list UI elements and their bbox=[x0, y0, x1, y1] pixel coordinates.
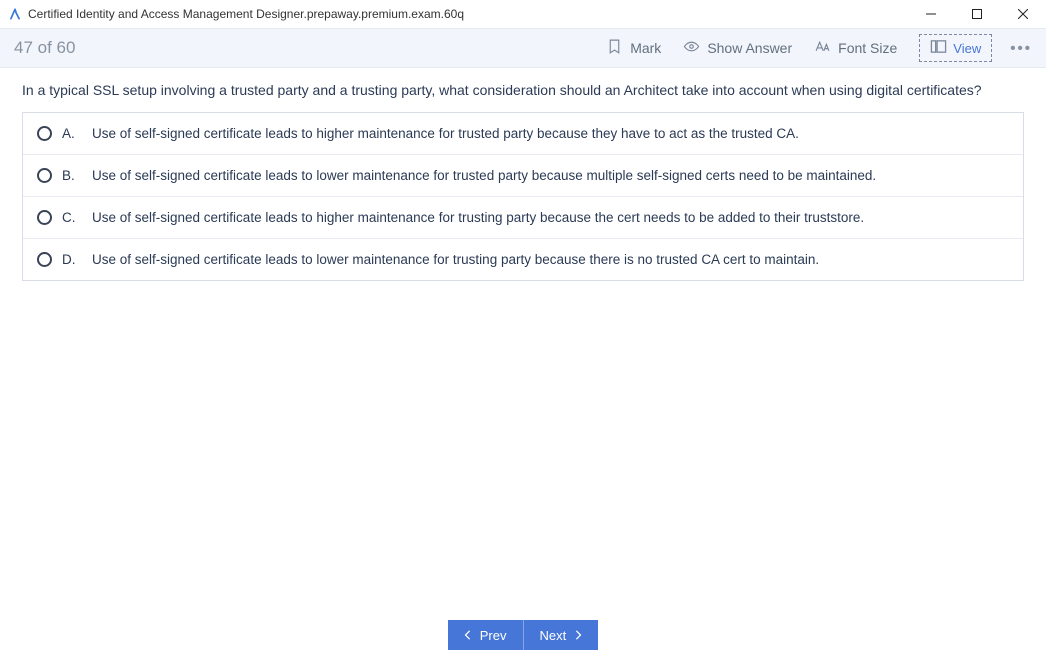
font-size-label: Font Size bbox=[838, 40, 897, 56]
eye-icon bbox=[683, 38, 700, 58]
option-b[interactable]: B. Use of self-signed certificate leads … bbox=[23, 155, 1023, 197]
progress-indicator: 47 of 60 bbox=[14, 38, 75, 58]
chevron-left-icon bbox=[464, 628, 472, 643]
maximize-button[interactable] bbox=[954, 0, 1000, 28]
view-label: View bbox=[953, 41, 981, 56]
dots-icon: ••• bbox=[1010, 40, 1032, 57]
option-text: Use of self-signed certificate leads to … bbox=[92, 210, 864, 225]
window-title: Certified Identity and Access Management… bbox=[28, 7, 464, 21]
app-logo-icon bbox=[8, 7, 22, 21]
minimize-button[interactable] bbox=[908, 0, 954, 28]
font-size-icon bbox=[814, 38, 831, 58]
option-text: Use of self-signed certificate leads to … bbox=[92, 168, 876, 183]
footer-nav: Prev Next bbox=[0, 614, 1046, 666]
view-button[interactable]: View bbox=[919, 34, 992, 62]
content-area: In a typical SSL setup involving a trust… bbox=[0, 68, 1046, 614]
bookmark-icon bbox=[606, 38, 623, 58]
option-letter: A. bbox=[62, 126, 78, 141]
radio-icon bbox=[37, 252, 52, 267]
toolbar: 47 of 60 Mark Show Answer Font Size View… bbox=[0, 28, 1046, 68]
radio-icon bbox=[37, 168, 52, 183]
close-button[interactable] bbox=[1000, 0, 1046, 28]
next-label: Next bbox=[540, 628, 567, 643]
option-c[interactable]: C. Use of self-signed certificate leads … bbox=[23, 197, 1023, 239]
radio-icon bbox=[37, 210, 52, 225]
option-letter: B. bbox=[62, 168, 78, 183]
option-letter: C. bbox=[62, 210, 78, 225]
options-container: A. Use of self-signed certificate leads … bbox=[22, 112, 1024, 281]
show-answer-button[interactable]: Show Answer bbox=[683, 38, 792, 58]
show-answer-label: Show Answer bbox=[707, 40, 792, 56]
chevron-right-icon bbox=[574, 628, 582, 643]
option-a[interactable]: A. Use of self-signed certificate leads … bbox=[23, 113, 1023, 155]
radio-icon bbox=[37, 126, 52, 141]
titlebar: Certified Identity and Access Management… bbox=[0, 0, 1046, 28]
option-text: Use of self-signed certificate leads to … bbox=[92, 126, 799, 141]
option-text: Use of self-signed certificate leads to … bbox=[92, 252, 819, 267]
font-size-button[interactable]: Font Size bbox=[814, 38, 897, 58]
window-controls bbox=[908, 0, 1046, 28]
question-text: In a typical SSL setup involving a trust… bbox=[22, 82, 1024, 98]
option-letter: D. bbox=[62, 252, 78, 267]
view-icon bbox=[930, 38, 947, 58]
mark-button[interactable]: Mark bbox=[606, 38, 661, 58]
next-button[interactable]: Next bbox=[524, 620, 599, 650]
prev-label: Prev bbox=[480, 628, 507, 643]
more-options-button[interactable]: ••• bbox=[1010, 40, 1032, 57]
mark-label: Mark bbox=[630, 40, 661, 56]
prev-button[interactable]: Prev bbox=[448, 620, 524, 650]
option-d[interactable]: D. Use of self-signed certificate leads … bbox=[23, 239, 1023, 280]
